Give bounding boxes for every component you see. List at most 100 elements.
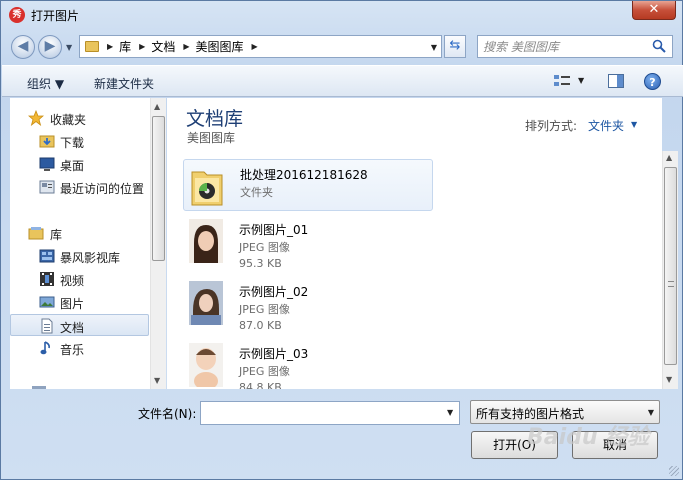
breadcrumb-meitu-library[interactable]: 美图图库 <box>196 38 244 55</box>
filename-dropdown-icon[interactable]: ▼ <box>447 408 453 417</box>
sidebar-item-label: 库 <box>50 228 63 242</box>
pictures-icon <box>39 296 55 308</box>
refresh-icon: ⇆ <box>449 38 461 53</box>
file-item-folder[interactable]: 批处理201612181628 文件夹 <box>183 159 433 211</box>
music-icon <box>40 341 50 355</box>
help-icon[interactable]: ? <box>644 73 661 90</box>
sidebar-item-label: 最近访问的位置 <box>60 182 145 196</box>
scrollbar-thumb[interactable] <box>664 167 677 365</box>
resize-grip[interactable] <box>669 466 679 476</box>
library-icon <box>28 227 44 240</box>
file-list-pane: 文档库 美图图库 排列方式: 文件夹 ▼ 批处理201612181628 文件夹… <box>167 98 662 389</box>
sidebar-item-label: 文档 <box>60 321 85 335</box>
back-button[interactable]: ◀ <box>11 35 35 59</box>
recent-places-icon <box>39 180 55 194</box>
sidebar-item-video-library[interactable]: 暴风影视库 <box>10 245 149 267</box>
file-type: JPEG 图像 <box>239 303 290 316</box>
file-size: 84.8 KB <box>239 381 282 389</box>
sidebar-item-label: 下载 <box>60 136 85 150</box>
breadcrumb-chevron-icon[interactable]: ▶ <box>107 42 113 51</box>
open-file-dialog: 秀 打开图片 ✕ ◀ ▶ ▼ ▶ 库 ▶ 文档 ▶ 美图图库 ▶ ▼ ⇆ 组织 … <box>0 0 683 480</box>
sidebar-item-videos[interactable]: 视频 <box>10 268 149 290</box>
sidebar-item-label: 桌面 <box>60 159 85 173</box>
scroll-down-icon[interactable]: ▼ <box>154 376 160 385</box>
address-bar[interactable]: ▶ 库 ▶ 文档 ▶ 美图图库 ▶ ▼ <box>79 35 442 58</box>
sidebar-item-libraries[interactable]: 库 <box>10 222 149 244</box>
address-dropdown-icon[interactable]: ▼ <box>431 43 437 52</box>
change-view-icon[interactable] <box>553 74 571 88</box>
photo-thumbnail <box>189 281 223 325</box>
scroll-down-icon[interactable]: ▼ <box>666 375 672 384</box>
scroll-up-icon[interactable]: ▲ <box>666 153 672 162</box>
file-type: JPEG 图像 <box>239 241 290 254</box>
breadcrumb-chevron-icon[interactable]: ▶ <box>139 42 145 51</box>
sidebar-item-downloads[interactable]: 下载 <box>10 130 149 152</box>
file-name: 批处理201612181628 <box>240 168 368 182</box>
navigation-pane: 收藏夹 下载 桌面 最近访问的位置 库 暴风影视库 视频 图片 文档 音乐 <box>10 98 165 389</box>
file-name: 示例图片_01 <box>239 223 309 237</box>
file-type: JPEG 图像 <box>239 365 290 378</box>
file-name: 示例图片_03 <box>239 347 309 361</box>
forward-button[interactable]: ▶ <box>38 35 62 59</box>
file-item-image[interactable]: 示例图片_01 JPEG 图像 95.3 KB <box>183 215 433 270</box>
photo-thumbnail <box>189 343 223 387</box>
sidebar-item-label: 收藏夹 <box>50 113 87 127</box>
file-size: 95.3 KB <box>239 257 282 270</box>
new-folder-button[interactable]: 新建文件夹 <box>94 75 154 92</box>
photo-thumbnail <box>189 219 223 263</box>
sidebar-item-label: 音乐 <box>60 343 85 357</box>
computer-icon <box>32 386 46 389</box>
desktop-icon <box>39 157 55 171</box>
file-type: 文件夹 <box>240 186 273 199</box>
title-bar[interactable]: 秀 打开图片 ✕ <box>1 1 682 29</box>
sidebar-item-label: 图片 <box>60 297 85 311</box>
arrange-by-dropdown[interactable]: 文件夹 <box>588 117 624 134</box>
folder-icon <box>191 171 223 206</box>
window-title: 打开图片 <box>31 9 80 23</box>
file-list-scrollbar[interactable]: ▲ ▼ <box>662 151 678 389</box>
watermark: Baidu 经验 <box>527 425 650 450</box>
chevron-down-icon: ▼ <box>647 408 654 417</box>
preview-pane-icon[interactable] <box>608 74 624 88</box>
scrollbar-thumb[interactable] <box>152 116 165 261</box>
library-title: 文档库 <box>186 108 244 130</box>
search-icon[interactable] <box>652 39 666 53</box>
arrange-dropdown-icon[interactable]: ▼ <box>631 120 637 129</box>
breadcrumb-chevron-icon[interactable]: ▶ <box>252 42 258 51</box>
toolbar: 组织 ▼ 新建文件夹 ▼ ? <box>2 65 683 97</box>
navigation-scrollbar[interactable]: ▲ ▼ <box>150 98 166 389</box>
video-library-icon <box>39 249 55 263</box>
sidebar-item-label: 暴风影视库 <box>60 251 121 265</box>
sidebar-item-music[interactable]: 音乐 <box>10 337 149 359</box>
download-folder-icon <box>39 135 55 148</box>
sidebar-item-documents[interactable]: 文档 <box>10 314 149 336</box>
sidebar-item-pictures[interactable]: 图片 <box>10 291 149 313</box>
file-name: 示例图片_02 <box>239 285 309 299</box>
sidebar-item-recent-places[interactable]: 最近访问的位置 <box>10 176 149 198</box>
view-options-dropdown[interactable]: ▼ <box>578 76 584 85</box>
documents-icon <box>41 318 53 334</box>
file-item-image[interactable]: 示例图片_03 JPEG 图像 84.8 KB <box>183 339 433 389</box>
arrange-by-label: 排列方式: <box>525 119 578 133</box>
search-box[interactable] <box>477 35 673 58</box>
refresh-button[interactable]: ⇆ <box>444 35 466 58</box>
organize-menu[interactable]: 组织 ▼ <box>27 75 64 92</box>
sidebar-item-label: 视频 <box>60 274 85 288</box>
app-icon: 秀 <box>9 7 25 23</box>
star-icon <box>28 110 44 126</box>
scroll-up-icon[interactable]: ▲ <box>154 102 160 111</box>
back-arrow-icon: ◀ <box>17 38 29 54</box>
search-input[interactable] <box>483 40 643 54</box>
file-size: 87.0 KB <box>239 319 282 332</box>
file-item-image[interactable]: 示例图片_02 JPEG 图像 87.0 KB <box>183 277 433 332</box>
forward-arrow-icon: ▶ <box>44 38 56 54</box>
breadcrumb-documents[interactable]: 文档 <box>151 38 175 55</box>
sidebar-item-favorites[interactable]: 收藏夹 <box>10 107 149 129</box>
filename-input[interactable] <box>200 401 460 425</box>
recent-pages-dropdown[interactable]: ▼ <box>66 43 72 52</box>
scrollbar-grip-icon <box>668 281 674 287</box>
sidebar-item-desktop[interactable]: 桌面 <box>10 153 149 175</box>
breadcrumb-chevron-icon[interactable]: ▶ <box>183 42 189 51</box>
close-button[interactable]: ✕ <box>632 1 676 20</box>
breadcrumb-library[interactable]: 库 <box>119 38 131 55</box>
